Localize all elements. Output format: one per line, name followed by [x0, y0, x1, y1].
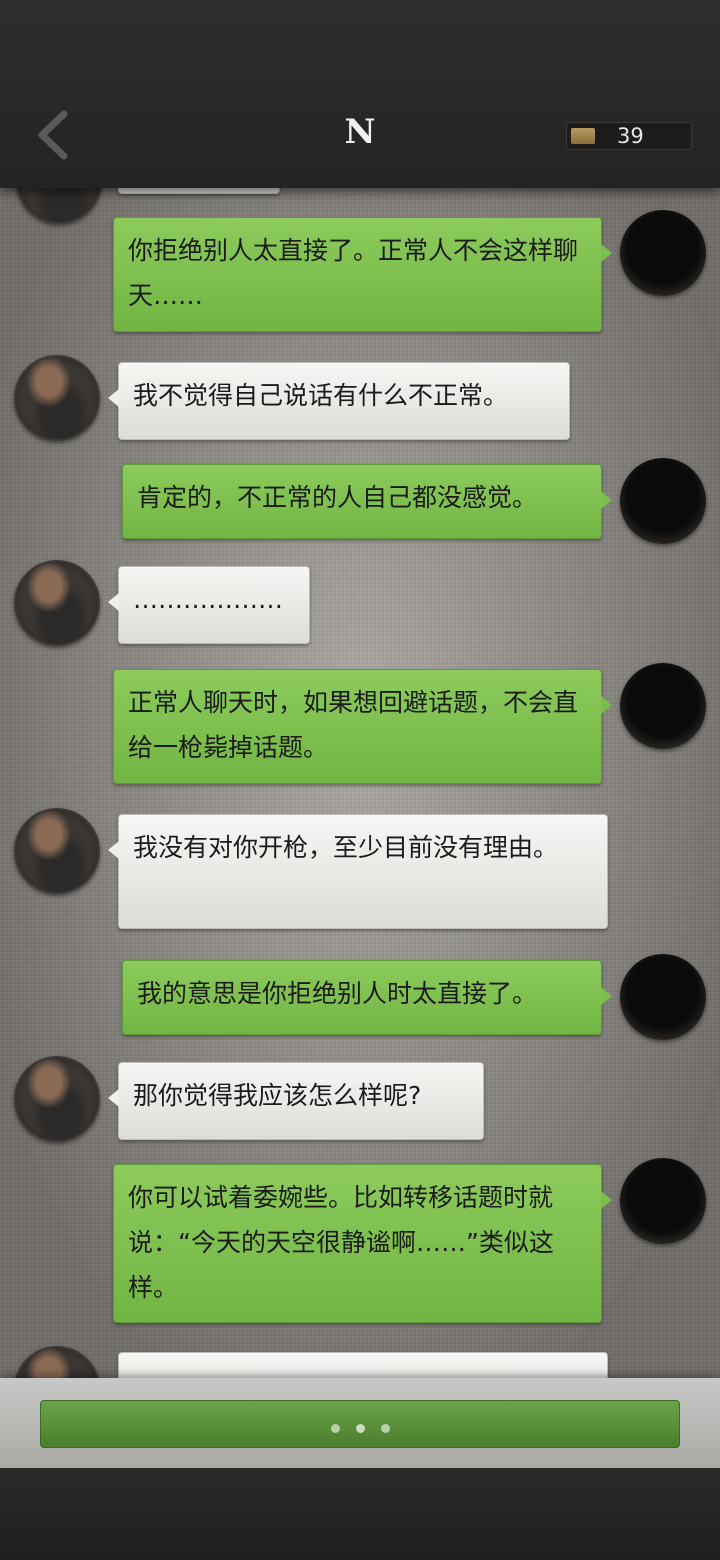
coin-count: 39	[617, 124, 644, 148]
user-avatar	[620, 663, 706, 749]
coin-icon	[571, 128, 595, 144]
message-bubble-partial	[118, 1352, 608, 1378]
user-avatar	[620, 1158, 706, 1244]
message-bubble-received: 那你觉得我应该怎么样呢?	[108, 1062, 484, 1140]
message-text: ………………	[133, 585, 283, 614]
message-bubble-sent: 你可以试着委婉些。比如转移话题时就说：“今天的天空很静谧啊……”类似这样。	[113, 1164, 612, 1323]
footer-bar	[0, 1468, 720, 1560]
bottom-bar	[0, 1378, 720, 1468]
message-text: 我的意思是你拒绝别人时太直接了。	[137, 979, 538, 1008]
typing-dot	[330, 1424, 340, 1433]
message-bubble-sent: 正常人聊天时，如果想回避话题，不会直给一枪毙掉话题。	[113, 669, 612, 784]
user-avatar	[620, 954, 706, 1040]
contact-avatar	[14, 355, 100, 441]
contact-avatar	[14, 560, 100, 646]
typing-dot	[380, 1424, 390, 1433]
message-text: 那你觉得我应该怎么样呢?	[133, 1081, 422, 1110]
coin-counter[interactable]: 39	[566, 122, 692, 150]
message-bubble-received: ………………	[108, 566, 310, 644]
message-bubble-partial	[118, 188, 280, 194]
contact-avatar	[14, 1056, 100, 1142]
message-text: 肯定的，不正常的人自己都没感觉。	[137, 483, 538, 512]
user-avatar	[620, 210, 706, 296]
contact-avatar	[16, 188, 102, 224]
typing-dot	[355, 1424, 365, 1433]
message-text: 正常人聊天时，如果想回避话题，不会直给一枪毙掉话题。	[128, 688, 579, 762]
message-text: 你拒绝别人太直接了。正常人不会这样聊天……	[128, 236, 579, 310]
message-bubble-received: 我不觉得自己说话有什么不正常。	[108, 362, 570, 440]
message-text: 我不觉得自己说话有什么不正常。	[133, 381, 509, 410]
chat-area[interactable]: 你拒绝别人太直接了。正常人不会这样聊天…… 我不觉得自己说话有什么不正常。 肯定…	[0, 188, 720, 1378]
user-avatar	[620, 458, 706, 544]
message-bubble-sent: 肯定的，不正常的人自己都没感觉。	[122, 464, 612, 539]
typing-indicator	[41, 1418, 679, 1437]
message-bubble-received: 我没有对你开枪，至少目前没有理由。	[108, 814, 608, 929]
top-bar: N 39	[0, 0, 720, 188]
message-text: 你可以试着委婉些。比如转移话题时就说：“今天的天空很静谧啊……”类似这样。	[128, 1183, 554, 1302]
contact-avatar	[14, 1346, 100, 1378]
message-text: 我没有对你开枪，至少目前没有理由。	[133, 833, 559, 862]
contact-avatar	[14, 808, 100, 894]
message-bubble-sent: 我的意思是你拒绝别人时太直接了。	[122, 960, 612, 1035]
message-bubble-sent: 你拒绝别人太直接了。正常人不会这样聊天……	[113, 217, 612, 332]
continue-button[interactable]	[40, 1400, 680, 1448]
